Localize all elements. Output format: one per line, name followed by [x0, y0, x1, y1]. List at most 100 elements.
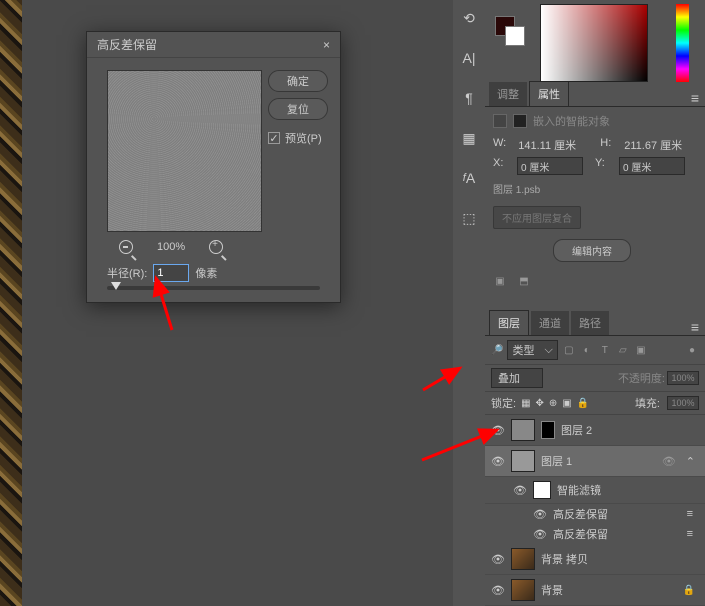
lock-artboard-icon[interactable]: ⊕ [549, 398, 557, 409]
filter-adjust-icon[interactable]: ◐ [580, 343, 594, 357]
layer-comp-select: 不应用图层复合 [493, 206, 581, 229]
h-value: 211.67 厘米 [624, 137, 682, 153]
properties-panel: 嵌入的智能对象 W: 141.11 厘米 H: 211.67 厘米 X: 0 厘… [485, 107, 705, 294]
embedded-label: 嵌入的智能对象 [533, 113, 610, 129]
filter-toggle[interactable]: ● [685, 343, 699, 357]
blend-mode-select[interactable]: 叠加 [491, 368, 543, 388]
properties-tab-bar: 调整 属性 ≡ [485, 83, 705, 107]
filter-item[interactable]: 👁 高反差保留 ≡ [485, 524, 705, 544]
layer-thumb[interactable] [511, 548, 535, 570]
fill-input[interactable]: 100% [667, 396, 699, 410]
zoom-out-icon[interactable] [119, 240, 133, 254]
visibility-icon[interactable]: 👁 [491, 424, 505, 437]
glyphs-icon[interactable]: fA [461, 170, 477, 186]
visibility-icon[interactable]: 👁 [491, 584, 505, 597]
x-input[interactable]: 0 厘米 [517, 157, 583, 175]
smart-filters-row[interactable]: 👁 智能滤镜 [485, 477, 705, 504]
visibility-icon[interactable]: 👁 [533, 528, 547, 541]
visibility-icon[interactable]: 👁 [513, 484, 527, 497]
visibility-icon[interactable]: 👁 [491, 553, 505, 566]
ok-button[interactable]: 确定 [268, 70, 328, 92]
fill-label: 填充: [635, 395, 660, 411]
filter-smart-icon[interactable]: ▣ [634, 343, 648, 357]
tab-channels[interactable]: 通道 [531, 311, 569, 335]
lock-nest-icon[interactable]: ▣ [562, 398, 571, 409]
smart-object-icon [493, 114, 507, 128]
reset-button[interactable]: 复位 [268, 98, 328, 120]
lock-icon[interactable]: 🔒 [683, 585, 695, 596]
filter-shape-icon[interactable]: ▱ [616, 343, 630, 357]
smart-filters-label: 智能滤镜 [557, 482, 601, 498]
mask-thumb[interactable] [541, 421, 555, 439]
edit-contents-button[interactable]: 编辑内容 [553, 239, 631, 262]
hue-slider[interactable] [676, 4, 689, 82]
canvas-photo-edge [0, 0, 22, 606]
layers-menu-icon[interactable]: ≡ [691, 319, 699, 335]
right-panel-stack: 调整 属性 ≡ 嵌入的智能对象 W: 141.11 厘米 H: 211.67 厘… [485, 0, 705, 606]
tab-layers[interactable]: 图层 [489, 310, 529, 335]
layer-row[interactable]: 👁 图层 2 [485, 415, 705, 446]
y-label: Y: [595, 157, 607, 175]
link-icon [513, 114, 527, 128]
tab-properties[interactable]: 属性 [529, 81, 569, 106]
lock-position-icon[interactable]: ✥ [536, 398, 544, 409]
filter-options-icon[interactable]: ≡ [687, 528, 693, 540]
y-input[interactable]: 0 厘米 [619, 157, 685, 175]
color-panel [485, 0, 705, 83]
zoom-in-icon[interactable] [209, 240, 223, 254]
filter-name[interactable]: 高反差保留 [553, 506, 608, 522]
layer-thumb[interactable] [511, 419, 535, 441]
close-icon[interactable]: × [323, 32, 330, 58]
tab-paths[interactable]: 路径 [571, 311, 609, 335]
visibility-icon[interactable]: 👁 [491, 455, 505, 468]
w-value: 141.11 厘米 [518, 137, 588, 153]
layer-thumb[interactable] [511, 450, 535, 472]
layer-row-selected[interactable]: 👁 图层 1 👁 ⌃ [485, 446, 705, 477]
embed-icon[interactable]: ⬒ [517, 274, 531, 288]
h-label: H: [600, 137, 612, 153]
background-swatch[interactable] [505, 26, 525, 46]
layer-name[interactable]: 背景 [541, 582, 563, 598]
filter-name[interactable]: 高反差保留 [553, 526, 608, 542]
panel-menu-icon[interactable]: ≡ [691, 90, 699, 106]
filter-preview[interactable] [107, 70, 262, 232]
slider-thumb[interactable] [111, 282, 121, 290]
tab-adjustments[interactable]: 调整 [489, 82, 527, 106]
character-icon[interactable]: A| [461, 50, 477, 66]
filter-options-icon[interactable]: ≡ [687, 508, 693, 520]
dialog-titlebar[interactable]: 高反差保留 × [87, 32, 340, 58]
history-icon[interactable]: ⟲ [461, 10, 477, 26]
preview-label: 预览(P) [285, 130, 322, 146]
paragraph-icon[interactable]: ¶ [461, 90, 477, 106]
layer-name[interactable]: 图层 2 [561, 422, 592, 438]
opacity-label: 不透明度: [618, 370, 665, 386]
filter-mask-thumb[interactable] [533, 481, 551, 499]
filter-item[interactable]: 👁 高反差保留 ≡ [485, 504, 705, 524]
lock-all-icon[interactable]: 🔒 [577, 398, 589, 409]
convert-icon[interactable]: ▣ [493, 274, 507, 288]
color-field[interactable] [540, 4, 648, 82]
opacity-input[interactable]: 100% [667, 371, 699, 385]
dialog-title-text: 高反差保留 [97, 32, 157, 58]
layer-name[interactable]: 图层 1 [541, 453, 572, 469]
radius-label: 半径(R): [107, 265, 147, 281]
layer-name[interactable]: 背景 拷贝 [541, 551, 588, 567]
preview-checkbox[interactable]: ✓ [268, 132, 280, 144]
w-label: W: [493, 137, 506, 153]
filter-pixel-icon[interactable]: ▢ [562, 343, 576, 357]
layer-row[interactable]: 👁 背景 🔒 [485, 575, 705, 606]
visibility-icon[interactable]: 👁 [533, 508, 547, 521]
3d-icon[interactable]: ⬚ [461, 210, 477, 226]
filter-kind-select[interactable]: 类型⌵ [507, 340, 557, 360]
layer-row[interactable]: 👁 背景 拷贝 [485, 544, 705, 575]
lock-pixels-icon[interactable]: ▦ [521, 398, 530, 409]
swatches-icon[interactable]: ▦ [461, 130, 477, 146]
collapsed-panel-dock: ⟲ A| ¶ ▦ fA ⬚ [453, 0, 485, 606]
filter-type-icon[interactable]: T [598, 343, 612, 357]
layer-list: 👁 图层 2 👁 图层 1 👁 ⌃ 👁 智能滤镜 👁 高反差保留 ≡ [485, 415, 705, 606]
x-label: X: [493, 157, 505, 175]
expand-icon[interactable]: ⌃ [686, 455, 695, 468]
radius-slider[interactable] [107, 286, 320, 290]
radius-input[interactable] [153, 264, 189, 282]
layer-thumb[interactable] [511, 579, 535, 601]
